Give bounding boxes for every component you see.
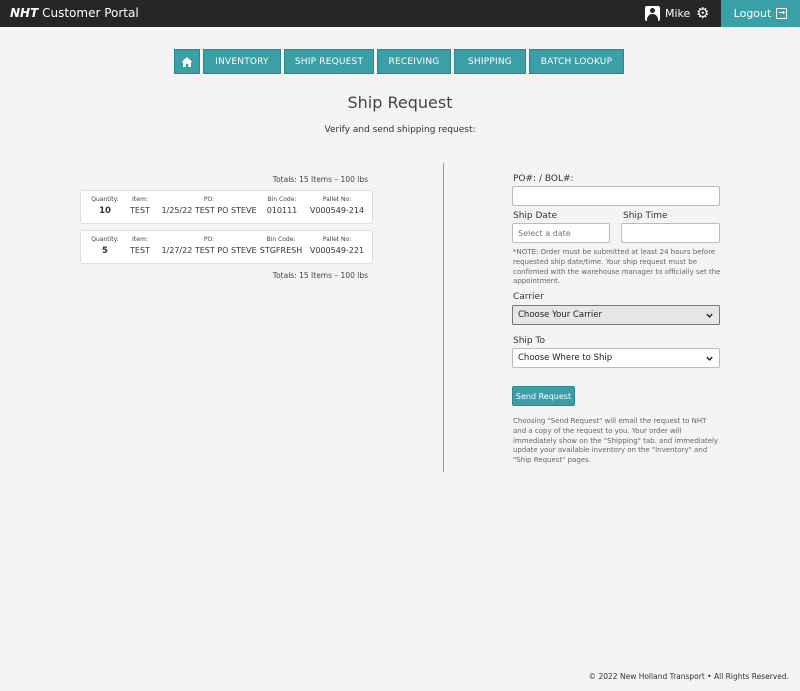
po-label: PO: [203, 196, 215, 203]
chevron-down-icon [706, 356, 713, 361]
totals-bottom: Totals: 15 Items – 100 lbs [272, 271, 368, 280]
chevron-down-icon [706, 313, 713, 318]
gear-icon[interactable]: ⚙ [696, 4, 709, 22]
user-name[interactable]: Mike [665, 7, 690, 20]
nav-shipping[interactable]: SHIPPING [454, 49, 526, 74]
po-cell: PO: 1/25/22 TEST PO STEVE [157, 196, 261, 215]
po-label: PO: [203, 236, 215, 243]
po-cell: PO: 1/27/22 TEST PO STEVE [157, 236, 261, 255]
ship-time-label: Ship Time [623, 211, 668, 221]
carrier-label: Carrier [513, 292, 544, 302]
logout-label: Logout [733, 7, 772, 20]
home-icon [181, 56, 193, 67]
ship-date-note: *NOTE: Order must be submitted at least … [513, 248, 721, 286]
ship-to-label: Ship To [513, 336, 545, 346]
logout-icon: → [776, 8, 788, 19]
bin-value: 010111 [266, 206, 298, 215]
bin-label: Bin Code: [266, 236, 296, 243]
quantity-cell: Quantity: 10 [86, 196, 124, 216]
main-nav: INVENTORY SHIP REQUEST RECEIVING SHIPPIN… [174, 49, 624, 74]
pallet-label: Pallet No: [322, 236, 352, 243]
ship-to-select[interactable]: Choose Where to Ship [512, 348, 720, 368]
page-subtitle: Verify and send shipping request: [324, 125, 476, 135]
nav-inventory[interactable]: INVENTORY [203, 49, 281, 74]
item-value: TEST [130, 246, 150, 255]
po-bol-label: PO#: / BOL#: [513, 174, 574, 184]
ship-date-label: Ship Date [513, 211, 558, 221]
pallet-value: V000549-221 [309, 246, 365, 255]
quantity-label: Quantity: [91, 196, 119, 203]
item-cell: Item: TEST [125, 196, 155, 215]
page-title: Ship Request [347, 93, 453, 112]
bin-cell: Bin Code: 010111 [262, 196, 302, 215]
item-label: Item: [132, 196, 148, 203]
ship-time-input[interactable] [621, 223, 720, 243]
item-card: Quantity: 10 Item: TEST PO: 1/25/22 TEST… [80, 190, 373, 224]
item-value: TEST [130, 206, 150, 215]
user-icon[interactable] [645, 6, 660, 21]
column-divider [443, 163, 444, 472]
carrier-select[interactable]: Choose Your Carrier [512, 305, 720, 325]
po-bol-input[interactable] [512, 186, 720, 206]
bin-value: STGFRESH [259, 246, 303, 255]
logout-button[interactable]: Logout → [721, 0, 800, 27]
brand-bold: NHT [10, 6, 39, 20]
pallet-cell: Pallet No: V000549-214 [305, 196, 369, 215]
nav-home-button[interactable] [174, 49, 200, 74]
quantity-cell: Quantity: 5 [86, 236, 124, 256]
ship-to-selected-value: Choose Where to Ship [518, 353, 613, 363]
pallet-label: Pallet No: [322, 196, 352, 203]
item-card: Quantity: 5 Item: TEST PO: 1/27/22 TEST … [80, 230, 373, 264]
quantity-value: 5 [102, 246, 108, 256]
bin-cell: Bin Code: STGFRESH [257, 236, 305, 255]
nav-receiving[interactable]: RECEIVING [377, 49, 451, 74]
quantity-value: 10 [99, 206, 111, 216]
nav-batch-lookup[interactable]: BATCH LOOKUP [529, 49, 624, 74]
brand-title[interactable]: NHT Customer Portal [10, 6, 139, 20]
send-request-note: Choosing "Send Request" will email the r… [513, 417, 719, 465]
pallet-value: V000549-214 [309, 206, 365, 215]
nav-ship-request[interactable]: SHIP REQUEST [284, 49, 374, 74]
brand-rest: Customer Portal [38, 6, 139, 20]
send-request-button[interactable]: Send Request [512, 386, 575, 406]
ship-date-input[interactable] [512, 223, 610, 243]
totals-top: Totals: 15 Items – 100 lbs [272, 175, 368, 184]
top-bar: NHT Customer Portal Mike ⚙ Logout → [0, 0, 800, 27]
footer-copyright: © 2022 New Holland Transport • All Right… [588, 672, 789, 681]
bin-label: Bin Code: [267, 196, 297, 203]
carrier-selected-value: Choose Your Carrier [518, 310, 602, 320]
pallet-cell: Pallet No: V000549-221 [305, 236, 369, 255]
po-value: 1/27/22 TEST PO STEVE [161, 246, 257, 255]
item-label: Item: [132, 236, 148, 243]
po-value: 1/25/22 TEST PO STEVE [161, 206, 257, 215]
quantity-label: Quantity: [91, 236, 119, 243]
item-cell: Item: TEST [125, 236, 155, 255]
